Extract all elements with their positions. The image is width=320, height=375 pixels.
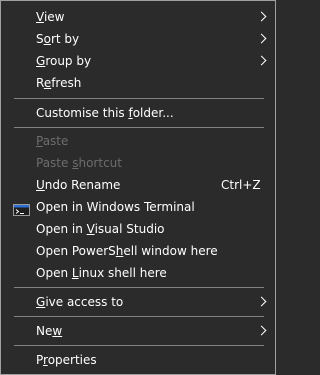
- menu-item-new[interactable]: New: [1, 320, 275, 342]
- chevron-right-icon: [256, 11, 267, 22]
- menu-separator: [14, 287, 264, 288]
- menu-item-open-linux-shell-label: Open Linux shell here: [36, 266, 167, 280]
- context-menu: View Sort by Group by Refresh Customise …: [0, 0, 276, 375]
- terminal-icon: [13, 201, 30, 216]
- menu-item-paste-label: Paste: [36, 134, 69, 148]
- menu-item-undo-rename[interactable]: Undo Rename Ctrl+Z: [1, 174, 275, 196]
- menu-item-properties[interactable]: Properties: [1, 349, 275, 371]
- menu-item-give-access-to[interactable]: Give access to: [1, 291, 275, 313]
- chevron-right-icon: [256, 296, 267, 307]
- menu-item-view[interactable]: View: [1, 6, 275, 28]
- menu-item-open-windows-terminal-label: Open in Windows Terminal: [36, 200, 195, 214]
- menu-item-open-powershell-label: Open PowerShell window here: [36, 244, 218, 258]
- menu-item-view-label: View: [36, 10, 65, 24]
- menu-item-paste: Paste: [1, 130, 275, 152]
- menu-separator: [14, 345, 264, 346]
- menu-item-refresh[interactable]: Refresh: [1, 72, 275, 94]
- menu-item-open-visual-studio-label: Open in Visual Studio: [36, 222, 165, 236]
- menu-item-refresh-label: Refresh: [36, 76, 82, 90]
- menu-item-open-linux-shell[interactable]: Open Linux shell here: [1, 262, 275, 284]
- chevron-right-icon: [256, 55, 267, 66]
- menu-item-open-powershell[interactable]: Open PowerShell window here: [1, 240, 275, 262]
- menu-item-group-by-label: Group by: [36, 54, 92, 68]
- menu-separator: [14, 316, 264, 317]
- menu-item-paste-shortcut: Paste shortcut: [1, 152, 275, 174]
- menu-item-properties-label: Properties: [36, 353, 97, 367]
- chevron-right-icon: [256, 325, 267, 336]
- menu-item-open-windows-terminal[interactable]: Open in Windows Terminal: [1, 196, 275, 218]
- menu-item-group-by[interactable]: Group by: [1, 50, 275, 72]
- menu-item-sort-by[interactable]: Sort by: [1, 28, 275, 50]
- menu-item-paste-shortcut-label: Paste shortcut: [36, 156, 122, 170]
- menu-item-customise-folder-label: Customise this folder...: [36, 106, 174, 120]
- menu-separator: [14, 127, 264, 128]
- chevron-right-icon: [256, 33, 267, 44]
- undo-shortcut-hint: Ctrl+Z: [221, 178, 261, 192]
- menu-item-undo-rename-label: Undo Rename: [36, 178, 121, 192]
- menu-item-give-access-to-label: Give access to: [36, 295, 124, 309]
- menu-item-open-visual-studio[interactable]: Open in Visual Studio: [1, 218, 275, 240]
- menu-item-customise-folder[interactable]: Customise this folder...: [1, 102, 275, 124]
- menu-item-sort-by-label: Sort by: [36, 32, 80, 46]
- menu-separator: [14, 98, 264, 99]
- menu-item-new-label: New: [36, 324, 63, 338]
